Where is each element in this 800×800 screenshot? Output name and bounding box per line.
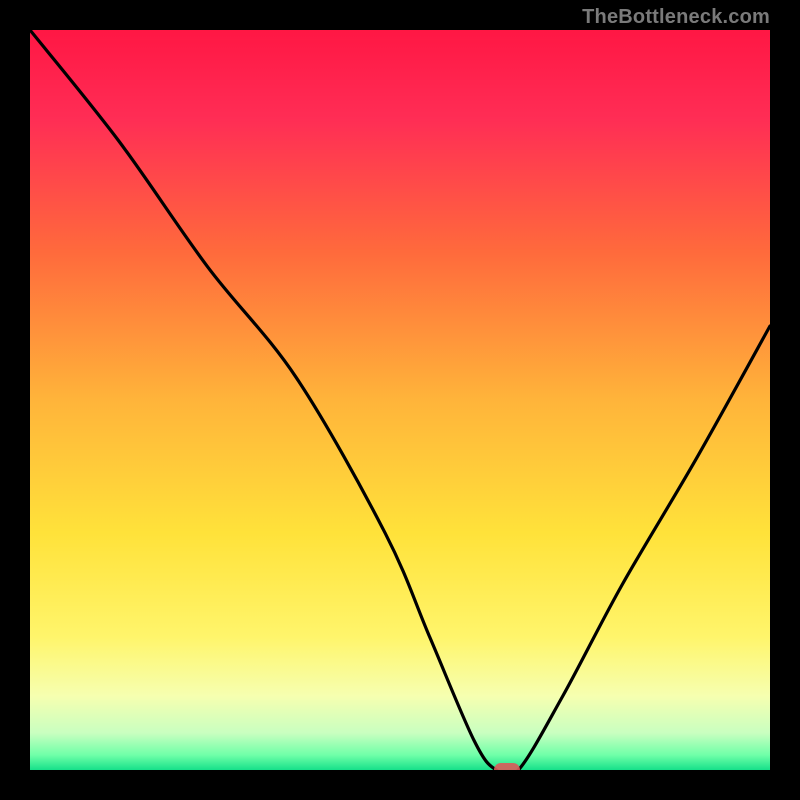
optimal-point-marker — [494, 763, 520, 770]
plot-area — [30, 30, 770, 770]
watermark-text: TheBottleneck.com — [582, 6, 770, 29]
chart-frame: TheBottleneck.com — [0, 0, 800, 800]
bottleneck-curve — [30, 30, 770, 770]
